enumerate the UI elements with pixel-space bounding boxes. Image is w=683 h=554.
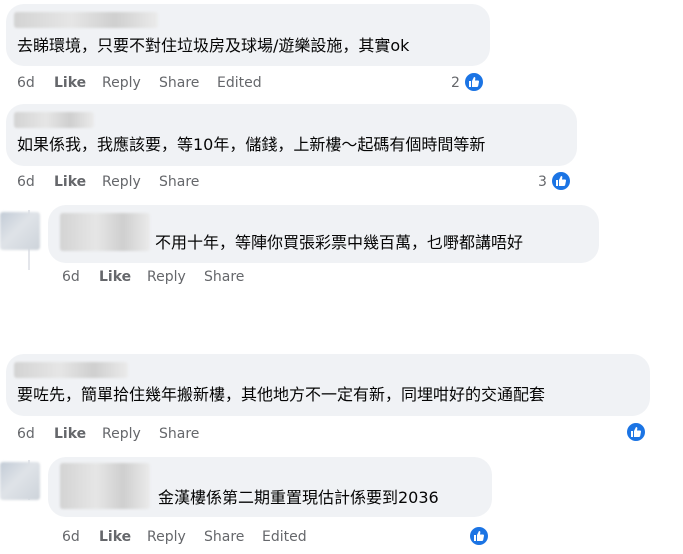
commenter-avatar-blurred[interactable] [0,462,40,500]
comment-actions: 6d Like Reply Share Edited [17,74,277,92]
comment-timestamp[interactable]: 6d [17,425,35,443]
like-button[interactable]: Like [99,528,131,546]
commenter-name-blurred[interactable] [60,463,150,509]
share-button[interactable]: Share [204,268,244,286]
comment-timestamp[interactable]: 6d [17,173,35,191]
comment-text: 要咗先，簡單拾住幾年搬新樓，其他地方不一定有新，同埋咁好的交通配套 [17,385,546,404]
share-button[interactable]: Share [204,528,244,546]
commenter-name-blurred[interactable] [14,112,94,128]
commenter-name-blurred[interactable] [14,12,158,28]
reaction-count[interactable]: 3 [538,173,547,191]
reply-button[interactable]: Reply [147,268,186,286]
comment-actions: 6d Like Reply Share [17,173,217,191]
reply-button[interactable]: Reply [147,528,186,546]
reaction-count[interactable]: 2 [451,74,460,92]
comment-timestamp[interactable]: 6d [62,528,80,546]
reply-button[interactable]: Reply [102,74,141,92]
like-thumb-icon[interactable] [625,421,647,443]
like-button[interactable]: Like [99,268,131,286]
comment-actions: 6d Like Reply Share [62,268,262,286]
like-thumb-icon[interactable] [550,170,572,192]
comment-text: 金漢樓係第二期重置現估計係要到2036 [158,488,439,507]
like-button[interactable]: Like [54,173,86,191]
comment-actions: 6d Like Reply Share [17,425,217,443]
commenter-name-blurred[interactable] [14,362,128,378]
reply-button[interactable]: Reply [102,173,141,191]
edited-label[interactable]: Edited [262,528,307,546]
commenter-name-blurred[interactable] [60,213,150,251]
commenter-avatar-blurred[interactable] [0,212,40,250]
like-thumb-icon[interactable] [468,525,490,547]
comment-timestamp[interactable]: 6d [17,74,35,92]
share-button[interactable]: Share [159,425,199,443]
like-thumb-icon[interactable] [463,71,485,93]
share-button[interactable]: Share [159,74,199,92]
share-button[interactable]: Share [159,173,199,191]
comment-actions: 6d Like Reply Share Edited [62,528,322,546]
like-button[interactable]: Like [54,425,86,443]
comment-text: 去睇環境，只要不對住垃圾房及球場/遊樂設施，其實ok [17,36,410,55]
comment-text: 不用十年，等陣你買張彩票中幾百萬，乜嘢都講唔好 [155,233,524,252]
like-button[interactable]: Like [54,74,86,92]
reply-button[interactable]: Reply [102,425,141,443]
edited-label[interactable]: Edited [217,74,262,92]
comment-timestamp[interactable]: 6d [62,268,80,286]
comment-text: 如果係我，我應該要，等10年，儲錢，上新樓～起碼有個時間等新 [17,135,486,154]
